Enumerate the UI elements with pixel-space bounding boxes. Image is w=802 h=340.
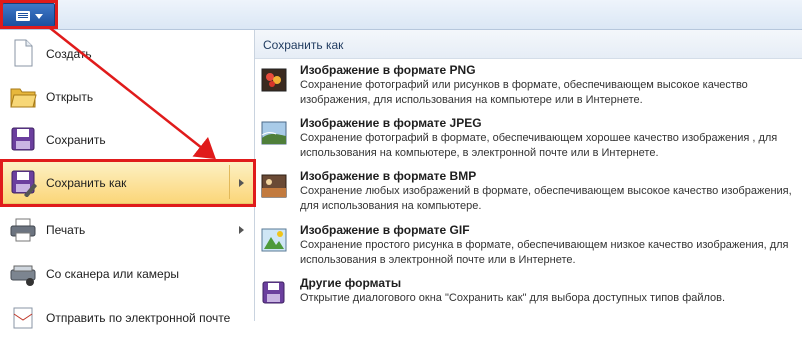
annotation-arrow — [49, 27, 216, 160]
